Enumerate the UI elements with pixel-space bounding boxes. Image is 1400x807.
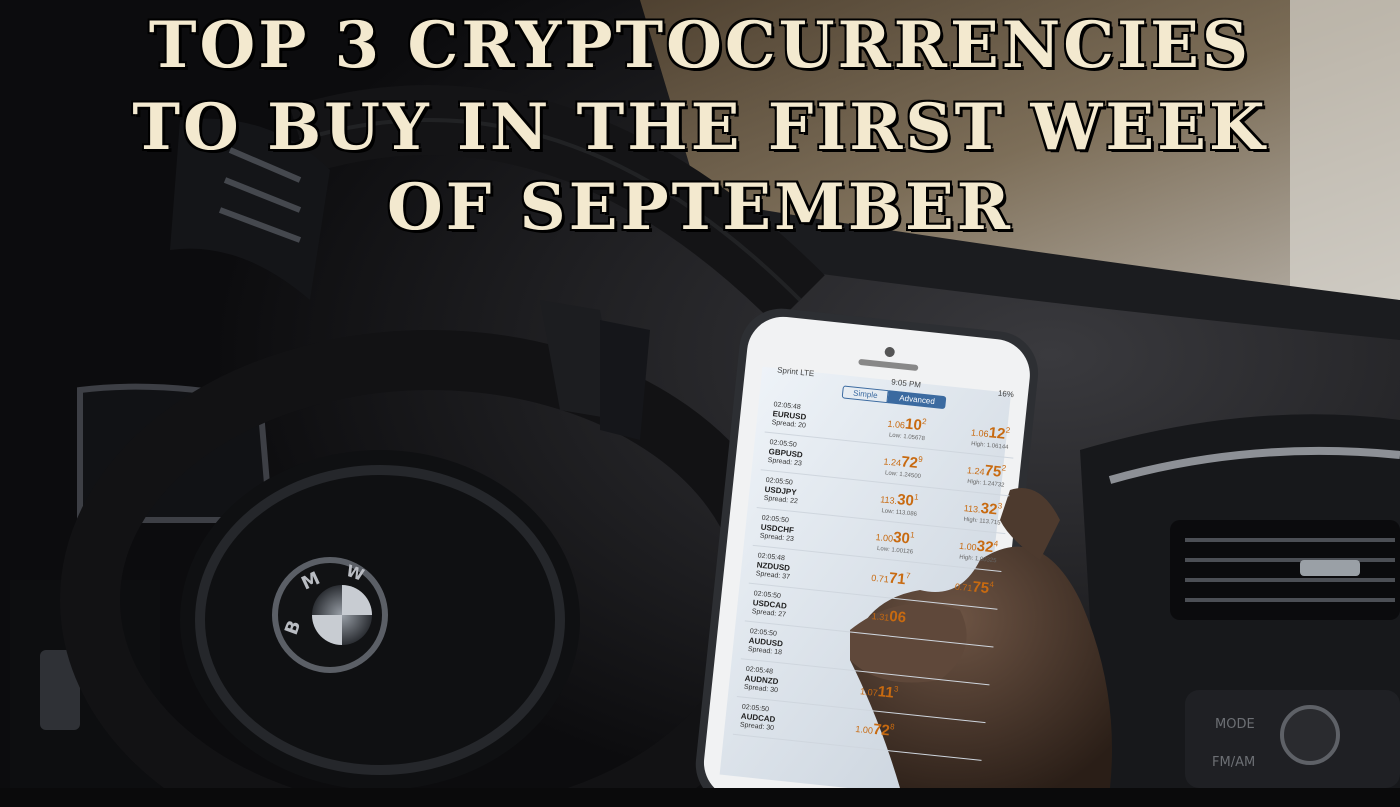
quote-ask-pips: 32 xyxy=(979,500,999,519)
quote-symbol-block: 02:05:48 AUDNZD Spread: 30 xyxy=(743,665,815,699)
quote-ask-prefix: 1.00 xyxy=(958,541,978,553)
quote-bid-prefix: 1.06 xyxy=(886,418,906,431)
quote-bid-fraction: 8 xyxy=(889,722,895,732)
quote-symbol-block: 02:05:50 USDJPY Spread: 22 xyxy=(763,476,835,510)
quote-ask[interactable] xyxy=(898,694,982,703)
quote-ask[interactable] xyxy=(894,732,978,741)
quote-bid-prefix: 1.00 xyxy=(875,532,894,545)
quote-symbol-block: 02:05:48 NZDUSD Spread: 37 xyxy=(755,551,827,585)
quote-ask[interactable] xyxy=(902,657,986,666)
quote-high xyxy=(898,694,982,703)
quote-symbol-block: 02:05:50 USDCAD Spread: 27 xyxy=(751,589,823,623)
quote-ask-prefix: 1.06 xyxy=(970,427,990,440)
quote-high xyxy=(894,732,978,741)
quote-bid[interactable]: 1.24729 Low: 1.24500 xyxy=(837,447,923,480)
quote-ask[interactable] xyxy=(906,619,990,628)
headline-line-2: TO BUY IN THE FIRST WEEK xyxy=(131,89,1268,167)
quote-ask-pips: 12 xyxy=(987,424,1007,444)
quote-ask[interactable]: 113.323 High: 113.715 xyxy=(917,493,1003,526)
quote-ask-prefix: 1.24 xyxy=(966,465,986,478)
quote-ask-fraction: 4 xyxy=(989,580,995,590)
quote-bid-pips: 06 xyxy=(888,608,907,627)
quote-ask-pips: 32 xyxy=(975,537,995,557)
tab-simple[interactable]: Simple xyxy=(841,385,890,404)
headline-line-3: OF SEPTEMBER xyxy=(386,169,1013,247)
quote-bid-pips: 30 xyxy=(896,491,915,511)
quote-bid-pips: 10 xyxy=(904,415,923,435)
quote-bid[interactable]: 1.00301 Low: 1.00126 xyxy=(829,522,915,555)
quote-bid-pips: 11 xyxy=(876,683,895,702)
quote-bid-pips: 72 xyxy=(900,453,919,473)
quote-bid-prefix: 1.31 xyxy=(871,611,890,624)
quote-bid[interactable] xyxy=(818,648,902,657)
headline-line-1: TOP 3 CRYPTOCURRENCIES xyxy=(147,7,1252,85)
quote-high xyxy=(902,657,986,666)
quote-bid[interactable]: 1.00728 xyxy=(810,714,895,741)
quote-ask-pips: 75 xyxy=(971,578,990,598)
quote-low xyxy=(818,648,902,657)
quote-ask[interactable]: 1.00324 High: 1.00325 xyxy=(913,531,999,564)
quote-ask-fraction: 2 xyxy=(1005,425,1011,436)
quote-ask-fraction: 2 xyxy=(1001,463,1007,474)
quote-high xyxy=(906,619,990,628)
quote-bid-fraction: 3 xyxy=(893,684,899,695)
quote-symbol-block: 02:05:50 AUDUSD Spread: 18 xyxy=(747,627,819,661)
phone-screen: Sprint LTE 9:05 PM 16% Simple Advanced 0… xyxy=(728,363,1021,807)
quote-ask-prefix: 0.71 xyxy=(954,581,973,594)
quote-bid[interactable]: 1.06102 Low: 1.05678 xyxy=(841,409,927,442)
quote-bid[interactable]: 0.71717 xyxy=(825,563,911,590)
quote-bid[interactable]: 113.301 Low: 113.086 xyxy=(833,484,919,517)
quote-symbol-block: 02:05:50 GBPUSD Spread: 23 xyxy=(767,438,839,472)
quote-ask-prefix: 113. xyxy=(963,503,982,516)
quote-bid[interactable]: 1.07113 xyxy=(813,676,899,703)
status-battery: 16% xyxy=(997,388,1015,400)
quote-bid-prefix: 0.71 xyxy=(870,573,890,585)
quote-list: 02:05:48 EURUSD Spread: 20 1.06102 Low: 1.05… xyxy=(732,394,1018,761)
quote-bid-pips: 71 xyxy=(888,569,907,589)
console-mode-label: MODE xyxy=(1215,717,1255,732)
status-time: 9:05 PM xyxy=(890,377,922,390)
quote-bid[interactable]: 1.3106 xyxy=(821,601,907,628)
quote-symbol-block: 02:05:48 EURUSD Spread: 20 xyxy=(771,400,843,434)
status-carrier: Sprint LTE xyxy=(776,365,815,379)
quote-ask[interactable]: 0.71754 xyxy=(909,572,994,599)
quote-ask[interactable]: 1.06122 High: 1.06144 xyxy=(925,418,1011,451)
quote-ask[interactable]: 1.24752 High: 1.24732 xyxy=(921,455,1007,488)
quote-symbol-block: 02:05:50 USDCHF Spread: 23 xyxy=(759,514,831,548)
quote-symbol-block: 02:05:50 AUDCAD Spread: 30 xyxy=(739,703,811,737)
quote-ask-fraction: 4 xyxy=(993,539,999,549)
quote-ask-pips: 75 xyxy=(983,462,1003,482)
quote-bid-prefix: 1.00 xyxy=(854,724,874,737)
quote-bid-prefix: 113. xyxy=(879,494,898,507)
quote-bid-pips: 72 xyxy=(872,721,891,740)
quote-bid-prefix: 1.07 xyxy=(859,686,879,699)
quote-bid-pips: 30 xyxy=(892,529,911,548)
bmw-logo: B M W xyxy=(272,557,388,673)
console-fmam-label: FM/AM xyxy=(1212,755,1255,770)
quote-bid-prefix: 1.24 xyxy=(883,456,902,469)
quote-ask-fraction: 3 xyxy=(997,501,1003,511)
